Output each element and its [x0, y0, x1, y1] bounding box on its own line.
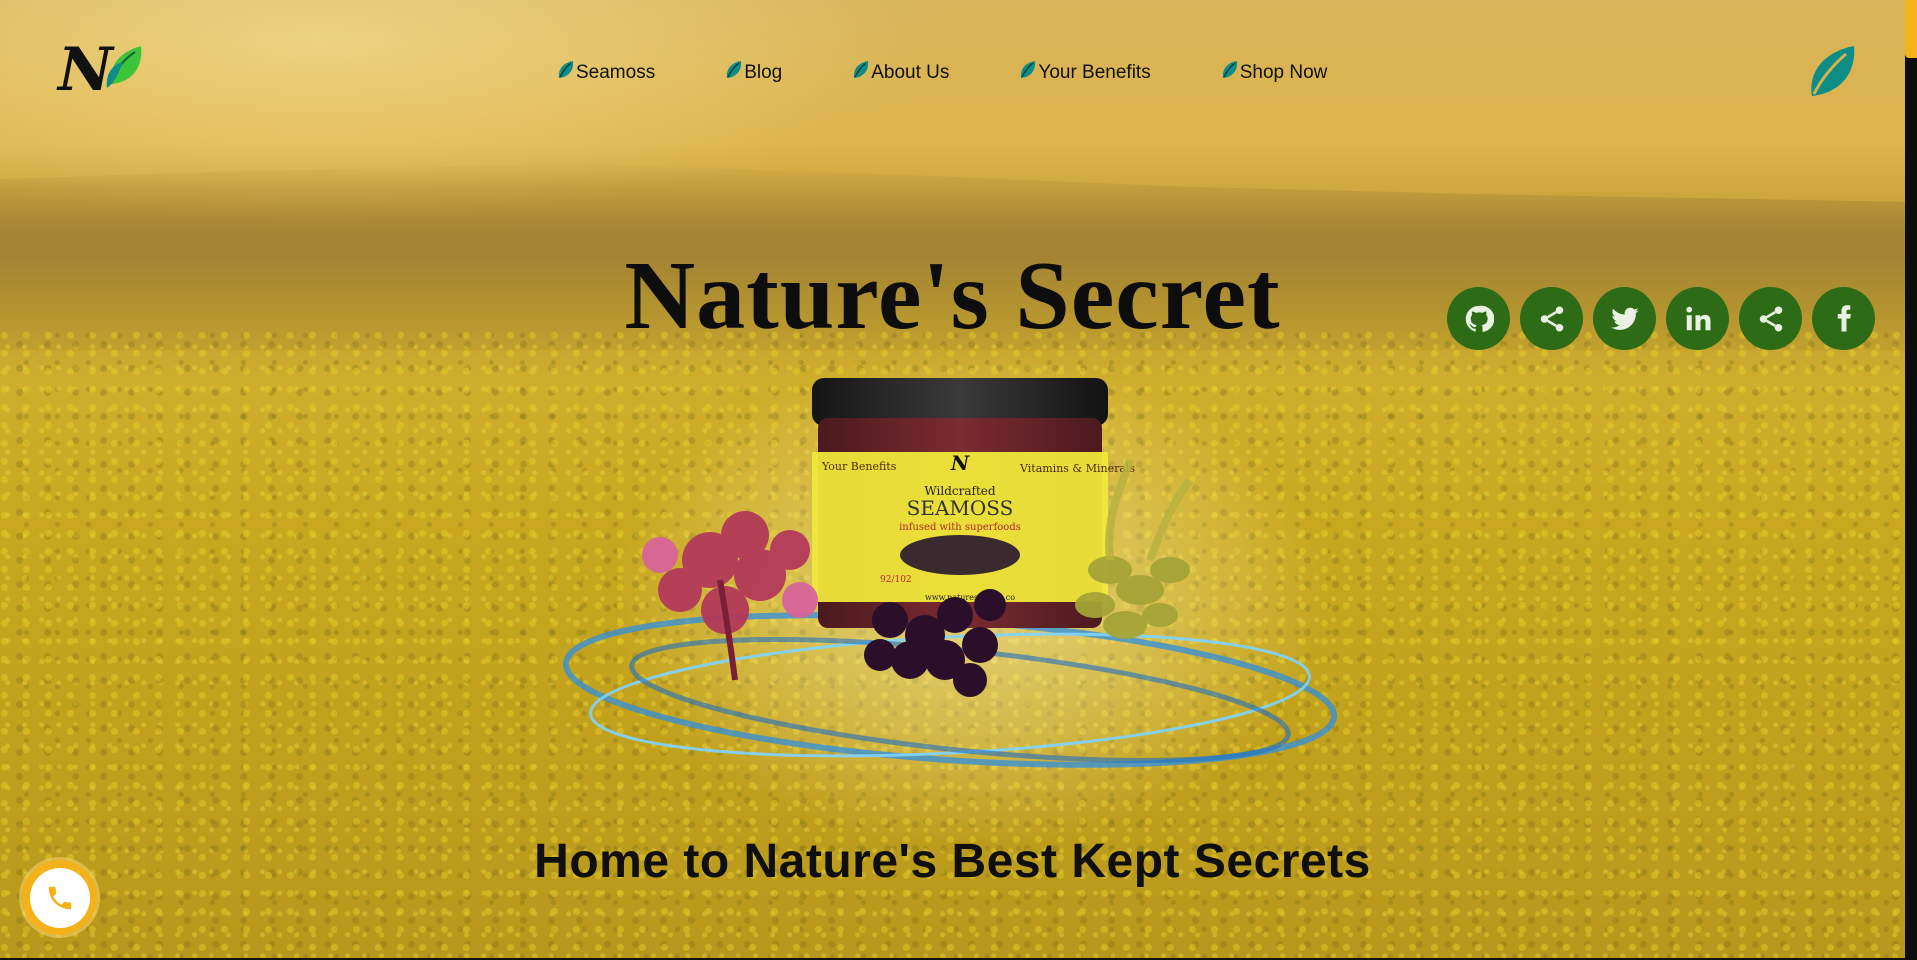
share-icon[interactable]: [1520, 287, 1583, 350]
linkedin-icon[interactable]: [1666, 287, 1729, 350]
social-links: [1447, 287, 1875, 350]
nav-item-your-benefits[interactable]: Your Benefits: [1019, 61, 1151, 84]
call-button[interactable]: [22, 860, 97, 935]
leaf-icon: [854, 61, 869, 78]
jar-line2: SEAMOSS: [907, 496, 1014, 520]
site-logo[interactable]: N: [58, 40, 158, 100]
nav-label: Blog: [744, 62, 783, 83]
scrollbar-thumb[interactable]: [1905, 0, 1917, 58]
jar-brand: N: [950, 451, 970, 475]
leaf-icon: [1021, 61, 1036, 78]
phone-icon: [29, 867, 90, 928]
nav-label: Your Benefits: [1038, 62, 1151, 83]
scrollbar-track[interactable]: [1905, 0, 1917, 960]
leaf-icon: [106, 46, 142, 88]
leaf-logo-icon[interactable]: [1806, 44, 1858, 100]
nav-label: About Us: [871, 62, 950, 83]
hero-tagline: Home to Nature's Best Kept Secrets: [534, 835, 1371, 888]
logo-letter: N: [58, 35, 113, 105]
hero-section: N Seamoss Blog About Us Your Benefits Sh…: [0, 0, 1905, 958]
facebook-icon[interactable]: [1812, 287, 1875, 350]
jar-right-title: Vitamins & Minerals: [1019, 462, 1135, 475]
leaf-icon: [558, 61, 574, 78]
share-icon[interactable]: [1739, 287, 1802, 350]
leaf-icon: [1222, 61, 1237, 78]
nav-item-shop-now[interactable]: Shop Now: [1221, 61, 1328, 84]
github-icon[interactable]: [1447, 287, 1510, 350]
nav-item-seamoss[interactable]: Seamoss: [557, 61, 656, 84]
leaf-icon: [727, 61, 742, 78]
nav-item-blog[interactable]: Blog: [725, 61, 783, 84]
jar-line3: infused with superfoods: [899, 522, 1021, 533]
twitter-icon[interactable]: [1593, 287, 1656, 350]
product-image: N Wildcrafted SEAMOSS infused with super…: [562, 378, 1338, 768]
main-nav: Seamoss Blog About Us Your Benefits Shop…: [557, 61, 1328, 84]
jar-count: 92/102: [880, 575, 912, 585]
nav-label: Seamoss: [576, 62, 656, 83]
nav-item-about-us[interactable]: About Us: [852, 61, 950, 84]
nav-label: Shop Now: [1239, 62, 1328, 83]
jar-left-title: Your Benefits: [821, 460, 897, 473]
